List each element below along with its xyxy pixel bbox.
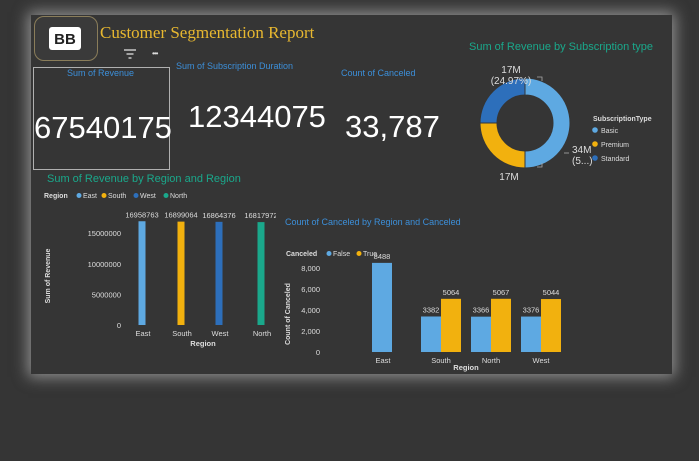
- revenue-y-tick: 0: [117, 321, 121, 330]
- canceled-bar-south-true: [441, 298, 461, 352]
- revenue-x-tick: East: [135, 329, 151, 338]
- canceled-bar-east-false: [372, 262, 392, 352]
- donut-chart[interactable]: 34M(5...)17M(25.02%)17M(24.97%)Subscript…: [439, 59, 669, 181]
- canceled-legend-label-false: False: [333, 251, 350, 258]
- canceled-y-tick: 8,000: [301, 264, 320, 273]
- donut-legend-label-premium: Premium: [601, 142, 629, 149]
- canceled-bar-south-false: [421, 316, 441, 352]
- filter-icon[interactable]: [123, 48, 137, 60]
- canceled-bar-data-label: 3376: [523, 306, 540, 315]
- canceled-bar-north-false: [471, 316, 491, 352]
- canceled-bar-north-true: [491, 298, 511, 352]
- canceled-y-tick: 0: [316, 348, 320, 357]
- logo-mark: BB: [49, 27, 81, 50]
- revenue-legend-label-south: South: [108, 193, 126, 200]
- revenue-legend-marker-north: [163, 193, 169, 198]
- revenue-region-chart[interactable]: Region East South West North 0 5000000 10000000…: [36, 186, 276, 350]
- donut-legend-label-standard: Standard: [601, 156, 630, 163]
- revenue-bar-data-label: 16817972: [244, 211, 276, 220]
- page-title: Customer Segmentation Report: [100, 23, 315, 42]
- canceled-bar-data-label: 8488: [374, 252, 391, 261]
- canceled-bar-data-label: 3366: [473, 306, 490, 315]
- canceled-bar-data-label: 5067: [493, 288, 510, 297]
- revenue-bar-data-label: 16958763: [125, 210, 158, 219]
- bb-logo-icon: BB: [54, 31, 76, 48]
- revenue-legend-marker-west: [133, 193, 139, 198]
- revenue-legend-label-west: West: [140, 193, 156, 200]
- canceled-legend-marker-false: [326, 251, 332, 256]
- donut-legend-marker-standard: [592, 155, 598, 161]
- revenue-legend-marker-east: [76, 193, 82, 198]
- canceled-y-tick: 2,000: [301, 327, 320, 336]
- revenue-bar-data-label: 16899064: [164, 211, 197, 220]
- canceled-bar-west-true: [541, 299, 561, 352]
- donut-data-label-standard: 17M: [501, 65, 520, 76]
- svg-text:BB: BB: [54, 31, 76, 48]
- kpi-canceled-value: 33,787: [345, 109, 440, 144]
- revenue-x-tick: South: [172, 329, 192, 338]
- revenue-bar-data-label: 16864376: [202, 211, 235, 220]
- canceled-bar-data-label: 5064: [443, 288, 460, 297]
- kpi-revenue-value: 67540175: [34, 110, 172, 145]
- logo[interactable]: BB: [34, 16, 98, 61]
- revenue-y-tick: 10000000: [88, 260, 121, 269]
- canceled-legend-title: Canceled: [286, 251, 317, 258]
- canceled-bar-data-label: 5044: [543, 288, 560, 297]
- kpi-revenue-label: Sum of Revenue: [67, 68, 135, 78]
- donut-slice-premium: [479, 122, 526, 169]
- donut-legend-title: SubscriptionType: [593, 116, 652, 123]
- canceled-x-axis-label: Region: [453, 363, 479, 372]
- revenue-bar-south: [177, 221, 185, 325]
- revenue-legend-label-north: North: [170, 193, 187, 200]
- revenue-region-chart-title: Sum of Revenue by Region and Region: [47, 173, 241, 185]
- donut-legend-marker-premium: [592, 141, 598, 147]
- donut-data-label-basic: 34M: [572, 145, 591, 156]
- revenue-x-tick: North: [253, 329, 271, 338]
- revenue-bar-east: [138, 221, 146, 325]
- revenue-x-tick: West: [212, 329, 230, 338]
- donut-chart-title: Sum of Revenue by Subscription type: [469, 41, 654, 53]
- revenue-y-tick: 5000000: [92, 290, 121, 299]
- revenue-legend-title: Region: [44, 193, 68, 200]
- report-canvas: BB Customer Segmentation Report ••• Sum …: [31, 15, 672, 374]
- revenue-y-tick: 15000000: [88, 229, 121, 238]
- donut-slice-basic: [524, 77, 571, 169]
- canceled-legend-marker-true: [356, 251, 362, 256]
- canceled-bar-data-label: 3382: [423, 305, 440, 314]
- revenue-bar-west: [215, 221, 223, 325]
- kpi-canceled-label: Count of Canceled: [341, 68, 416, 78]
- revenue-bar-north: [257, 222, 265, 325]
- canceled-region-chart[interactable]: Canceled False True02,0004,0006,0008,000Co…: [281, 229, 621, 374]
- canceled-region-chart-title: Count of Canceled by Region and Canceled: [285, 217, 461, 227]
- revenue-x-axis-label: Region: [190, 339, 216, 348]
- canceled-x-tick: North: [482, 356, 500, 365]
- kpi-subscription-duration-value: 12344075: [188, 99, 326, 134]
- canceled-x-tick: West: [533, 356, 551, 365]
- donut-legend-label-basic: Basic: [601, 128, 619, 135]
- donut-data-percent-standard: (24.97%): [491, 76, 532, 87]
- revenue-legend-label-east: East: [83, 193, 97, 200]
- canceled-y-tick: 6,000: [301, 285, 320, 294]
- canceled-x-tick: East: [375, 356, 391, 365]
- donut-legend-marker-basic: [592, 127, 598, 133]
- canceled-y-axis-label: Count of Canceled: [285, 283, 292, 345]
- revenue-y-axis-label: Sum of Revenue: [45, 248, 52, 303]
- donut-data-label-premium: 17M: [499, 172, 518, 181]
- kpi-subscription-duration-label: Sum of Subscription Duration: [176, 61, 294, 71]
- donut-data-percent-basic: (5...): [572, 156, 593, 167]
- revenue-legend-marker-south: [101, 193, 107, 198]
- canceled-x-tick: South: [431, 356, 451, 365]
- canceled-y-tick: 4,000: [301, 306, 320, 315]
- canceled-bar-west-false: [521, 316, 541, 352]
- more-options-icon[interactable]: •••: [152, 49, 158, 58]
